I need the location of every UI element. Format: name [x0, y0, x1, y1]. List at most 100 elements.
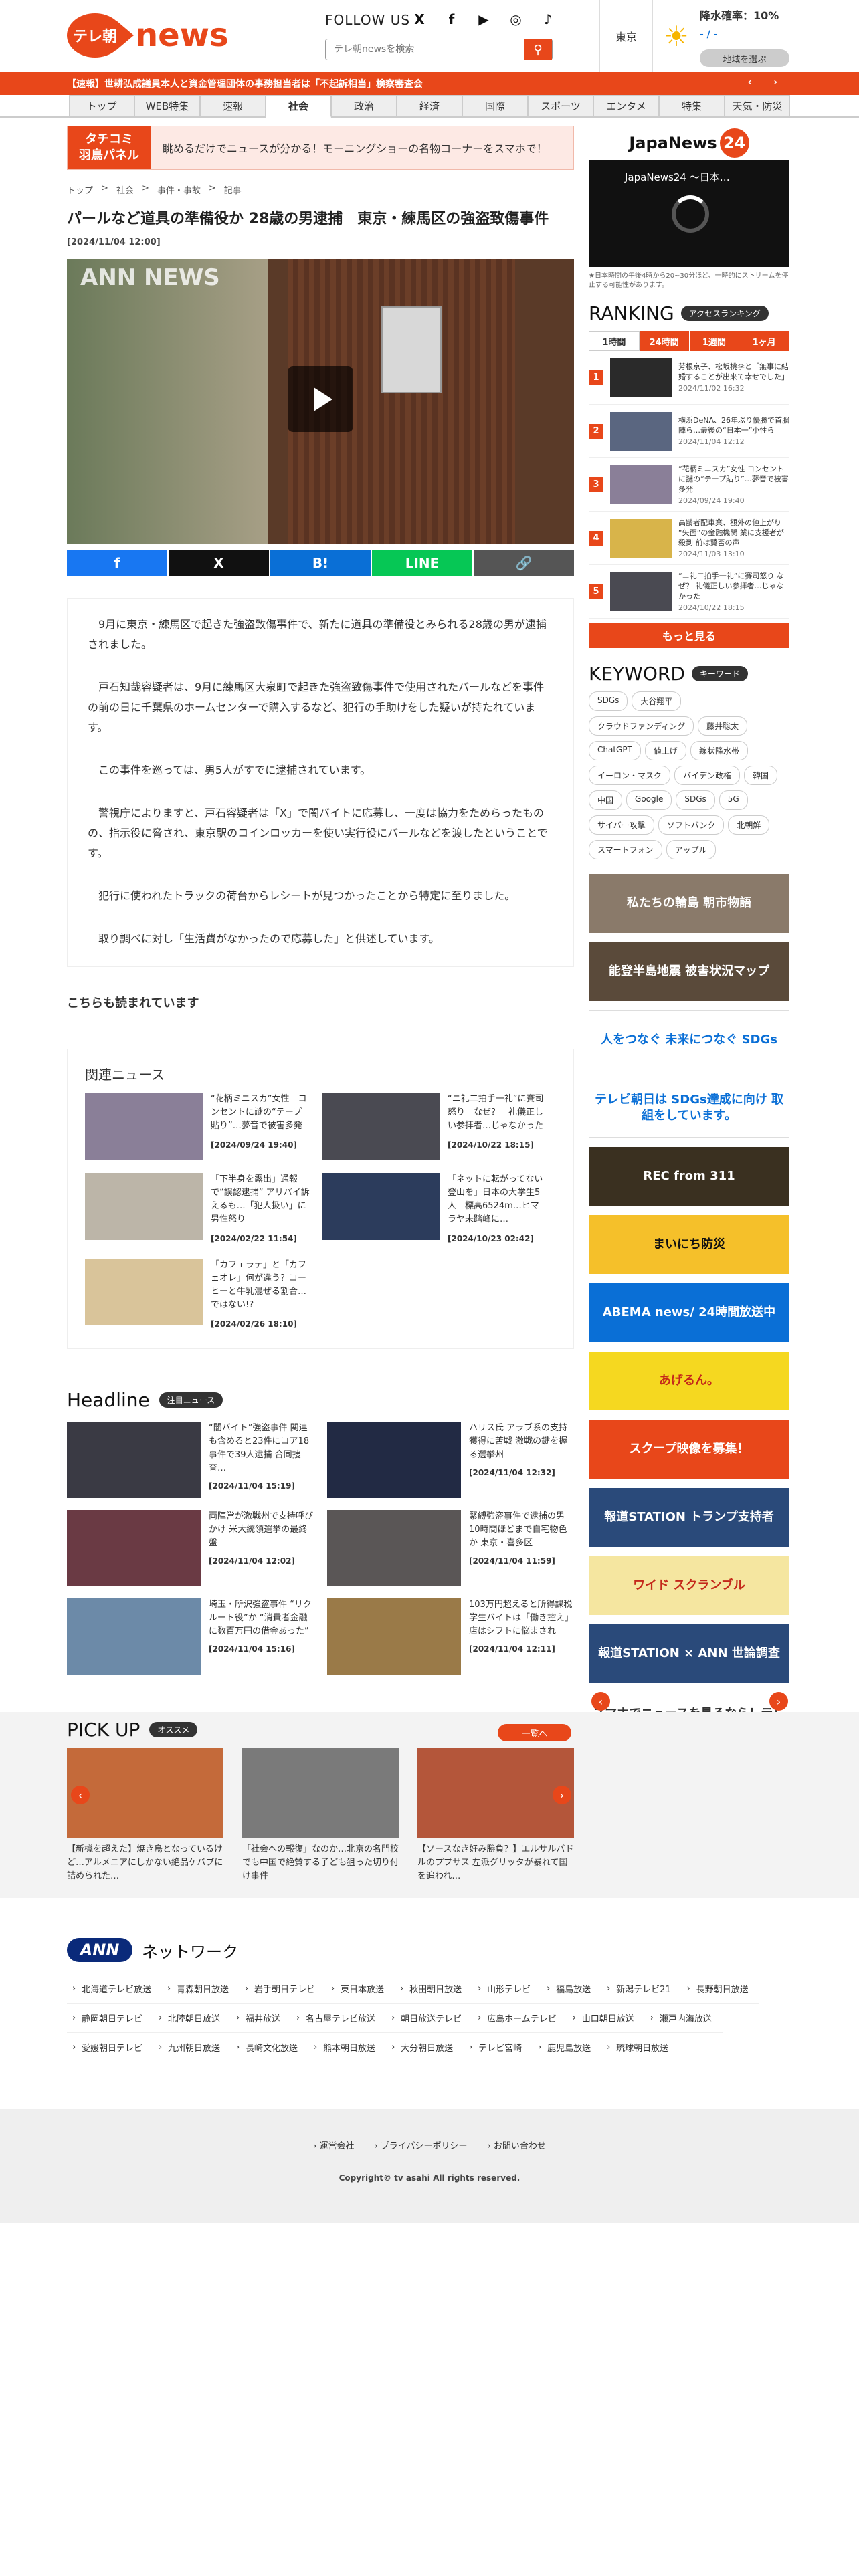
related-news-item[interactable]: “花柄ミニスカ”女性 コンセントに謎の“テープ貼り”…夢音で被害多発 [2024/… [85, 1093, 310, 1160]
headline-thumbnail[interactable] [67, 1510, 201, 1586]
ranking-tab-1m[interactable]: 1ヶ月 [739, 331, 789, 351]
ranking-tab-1w[interactable]: 1週間 [689, 331, 740, 351]
station-link[interactable]: 広島ホームテレビ [472, 2004, 567, 2033]
sidebar-banner[interactable]: スクープ映像を募集！ [589, 1420, 789, 1479]
pickup-card[interactable]: 「社会への報復」なのか…北京の名門校でも中国で絶賛する子ども狙った切り付け事件 [242, 1748, 399, 1883]
more-ranking-button[interactable]: もっと見る [589, 623, 789, 648]
station-link[interactable]: 熊本朝日放送 [308, 2033, 387, 2062]
nav-tab[interactable]: 経済 [397, 95, 462, 116]
station-link[interactable]: 愛媛朝日テレビ [67, 2033, 154, 2062]
ranking-tab-1h[interactable]: 1時間 [589, 331, 640, 351]
station-link[interactable]: 名古屋テレビ放送 [291, 2004, 387, 2033]
breaking-news-bar[interactable]: 【速報】世耕弘成議員本人と資金管理団体の事務担当者は「不起訴相当」検察審査会 ‹… [0, 72, 859, 95]
related-news-item[interactable]: “ニ礼二拍手一礼”に賽司怒り なぜ？ 礼儀正しい参拝者…じゃなかった [2024/… [322, 1093, 547, 1160]
related-news-text[interactable]: 「下半身を露出」通報で“誤認逮捕” アリバイ訴えるも…「犯人扱い」に男性怒り [211, 1174, 310, 1224]
related-news-thumbnail[interactable] [85, 1259, 203, 1325]
sidebar-banner[interactable]: 能登半島地震 被害状況マップ [589, 942, 789, 1001]
keyword-chip[interactable]: バイデン政権 [674, 766, 741, 785]
nav-tab[interactable]: エンタメ [593, 95, 659, 116]
ranking-thumbnail[interactable] [610, 358, 672, 397]
headline-thumbnail[interactable] [327, 1598, 461, 1675]
ranking-text[interactable]: 芳根京子、松坂桃李と「無事に結婚することが出来て幸せでした」 [678, 362, 789, 381]
nav-tab[interactable]: 政治 [331, 95, 397, 116]
instagram-icon[interactable]: ◎ [506, 9, 526, 29]
sidebar-banner[interactable]: 私たちの輪島 朝市物語 [589, 874, 789, 933]
ranking-tab-24h[interactable]: 24時間 [639, 331, 690, 351]
japanews24-logo[interactable]: JapaNews 24 [589, 126, 789, 160]
headline-thumbnail[interactable] [327, 1510, 461, 1586]
keyword-chip[interactable]: 北朝鮮 [728, 815, 770, 835]
breaking-arrows[interactable]: ‹ › [748, 77, 787, 88]
related-news-item[interactable]: 「カフェラテ」と「カフェオレ」何が違う？コーヒーと牛乳混ぜる割合…ではない!? [… [85, 1259, 310, 1331]
search-button[interactable]: ⚲ [524, 39, 552, 60]
pickup-thumbnail[interactable] [417, 1748, 574, 1838]
nav-tab[interactable]: 天気・防災 [725, 95, 790, 116]
nav-tab[interactable]: スポーツ [528, 95, 593, 116]
share-hatena-button[interactable]: B! [270, 550, 371, 576]
sidebar-banner[interactable]: 人をつなぐ 未来につなぐ SDGs [589, 1010, 789, 1069]
video-player[interactable]: ANN NEWS [67, 259, 574, 544]
station-link[interactable]: 北陸朝日放送 [153, 2004, 231, 2033]
related-news-thumbnail[interactable] [322, 1093, 440, 1160]
nav-tab-active[interactable]: 社会 [266, 95, 331, 118]
keyword-chip[interactable]: ソフトバンク [658, 815, 725, 835]
pickup-thumbnail[interactable] [67, 1748, 223, 1838]
ranking-thumbnail[interactable] [610, 411, 672, 451]
youtube-icon[interactable]: ▶ [474, 9, 494, 29]
region-select-button[interactable]: 地域を選ぶ [700, 49, 789, 67]
headline-item[interactable]: 103万円超えると所得課税 学生バイトは「働き控え」店はシフトに悩まされ [202… [327, 1598, 574, 1675]
related-news-thumbnail[interactable] [85, 1093, 203, 1160]
sidebar-banner[interactable]: 報道STATION × ANN 世論調査 [589, 1624, 789, 1683]
station-link[interactable]: 福島放送 [541, 1974, 602, 2004]
headline-item[interactable]: 緊縛強盗事件で逮捕の男 10時間ほどまで自宅物色か 東京・喜多区 [2024/11… [327, 1510, 574, 1586]
related-news-text[interactable]: “花柄ミニスカ”女性 コンセントに謎の“テープ貼り”…夢音で被害多発 [211, 1094, 306, 1131]
keyword-chip[interactable]: 線状降水帯 [690, 741, 748, 760]
carousel-next-icon[interactable]: › [553, 1786, 571, 1804]
keyword-chip[interactable]: クラウドファンディング [589, 716, 694, 736]
live-stream-player[interactable]: JapaNews24 ～日本… [589, 160, 789, 267]
pickup-card[interactable]: 【新機を超えた】焼き鳥となっているけど…アルメニアにしかない絶品ケバブに詰められ… [67, 1748, 223, 1883]
sidebar-banner[interactable]: まいにち防災 [589, 1215, 789, 1274]
ranking-item[interactable]: 3 “花柄ミニスカ”女性 コンセントに謎の“テープ貼り”…夢音で被害多発 2024/… [589, 458, 789, 512]
ranking-text[interactable]: 横浜DeNA、26年ぶり優勝で首脳陣ら…最後の“日本一”小性ら [678, 416, 789, 435]
site-logo[interactable]: テレ朝 news [67, 13, 229, 58]
related-news-text[interactable]: 「カフェラテ」と「カフェオレ」何が違う？コーヒーと牛乳混ぜる割合…ではない!? [211, 1260, 306, 1310]
headline-thumbnail[interactable] [67, 1598, 201, 1675]
related-news-thumbnail[interactable] [322, 1173, 440, 1240]
banner-next-icon[interactable]: › [769, 1692, 788, 1711]
headline-thumbnail[interactable] [327, 1422, 461, 1498]
ranking-item[interactable]: 5 “ニ礼二拍手一礼”に賽司怒り なぜ？ 礼儀正しい参拝者…じゃなかった 2024/… [589, 565, 789, 619]
breadcrumb-item[interactable]: 社会 [116, 183, 134, 196]
keyword-chip[interactable]: アップル [666, 840, 716, 859]
sidebar-banner[interactable]: 報道STATION トランプ支持者 [589, 1488, 789, 1547]
keyword-chip[interactable]: 韓国 [744, 766, 778, 785]
station-link[interactable]: 静岡朝日テレビ [67, 2004, 154, 2033]
headline-text[interactable]: 103万円超えると所得課税 学生バイトは「働き控え」店はシフトに悩まされ [469, 1600, 573, 1636]
footer-link-privacy[interactable]: › プライバシーポリシー [374, 2139, 467, 2151]
breadcrumb-item[interactable]: トップ [67, 183, 93, 196]
nav-tab[interactable]: トップ [69, 95, 134, 116]
breaking-news-text[interactable]: 【速報】世耕弘成議員本人と資金管理団体の事務担当者は「不起訴相当」検察審査会 [67, 77, 423, 90]
footer-link-company[interactable]: › 運営会社 [313, 2139, 354, 2151]
keyword-chip[interactable]: 値上げ [644, 741, 686, 760]
ranking-thumbnail[interactable] [610, 518, 672, 558]
sidebar-banner[interactable]: テレビ朝日は SDGs達成に向け 取組をしています。 [589, 1079, 789, 1138]
station-link[interactable]: 朝日放送テレビ [386, 2004, 473, 2033]
nav-tab[interactable]: 国際 [462, 95, 528, 116]
headline-item[interactable]: ハリス氏 アラブ系の支持獲得に苦戦 激戦の鍵を握る選挙州 [2024/11/04 … [327, 1422, 574, 1498]
headline-text[interactable]: “闇バイト”強盗事件 関連も含めると23件にコア18事件で39人逮捕 合同捜査… [209, 1423, 309, 1473]
station-link[interactable]: 長崎文化放送 [231, 2033, 309, 2062]
ranking-item[interactable]: 2 横浜DeNA、26年ぶり優勝で首脳陣ら…最後の“日本一”小性ら 2024/11/… [589, 405, 789, 458]
station-link[interactable]: 福井放送 [231, 2004, 292, 2033]
station-link[interactable]: 山形テレビ [472, 1974, 542, 2004]
station-link[interactable]: 鹿児島放送 [533, 2033, 602, 2062]
nav-tab[interactable]: WEB特集 [134, 95, 200, 116]
station-link[interactable]: 瀬戸内海放送 [644, 2004, 723, 2033]
station-link[interactable]: テレビ宮崎 [464, 2033, 533, 2062]
station-link[interactable]: 新潟テレビ21 [601, 1974, 682, 2004]
station-link[interactable]: 九州朝日放送 [153, 2033, 231, 2062]
station-link[interactable]: 東日本放送 [326, 1974, 395, 2004]
station-link[interactable]: 長野朝日放送 [681, 1974, 759, 2004]
keyword-chip[interactable]: SDGs [676, 790, 715, 810]
pickup-text[interactable]: 「社会への報復」なのか…北京の名門校でも中国で絶賛する子ども狙った切り付け事件 [242, 1843, 399, 1883]
